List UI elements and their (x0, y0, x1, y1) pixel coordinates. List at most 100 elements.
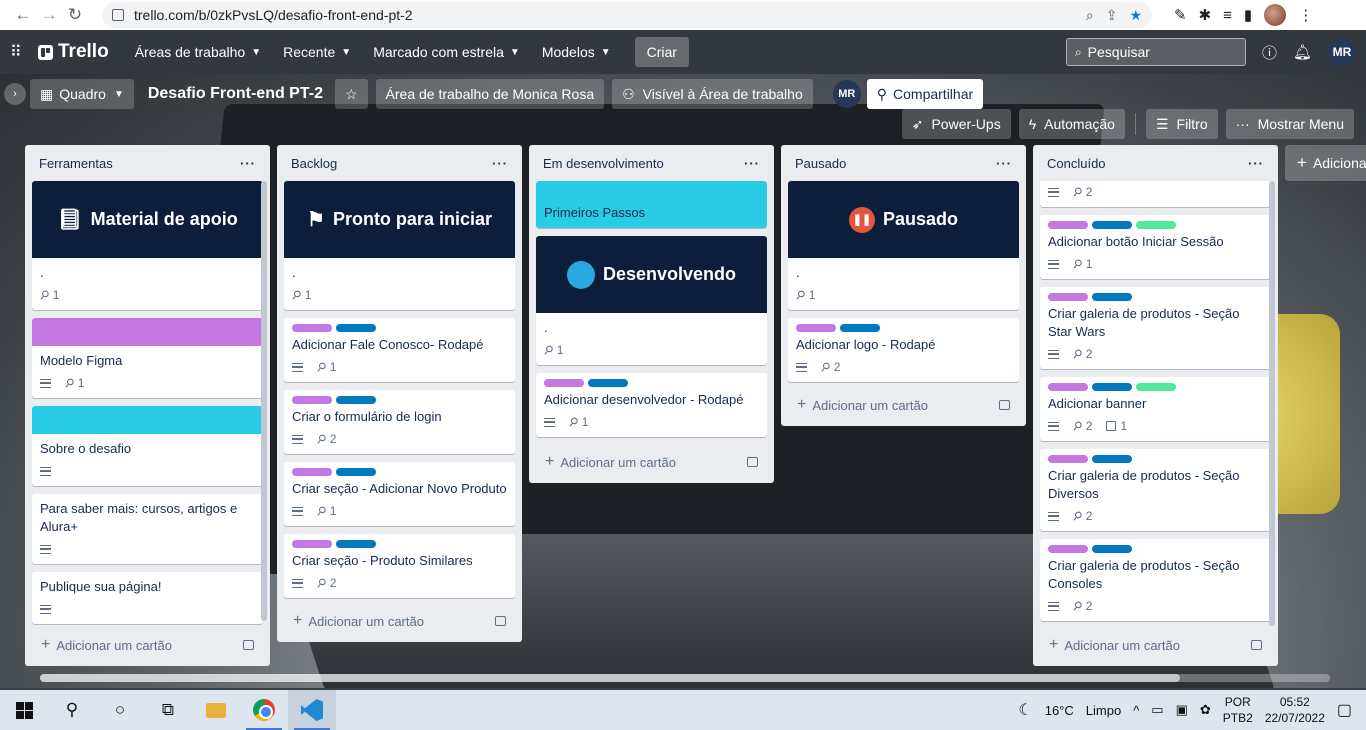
windows-start-icon[interactable] (0, 690, 48, 730)
file-explorer-icon[interactable] (192, 690, 240, 730)
card[interactable]: Adicionar Fale Conosco- Rodapé ⚲ 1 (284, 318, 515, 382)
board-view-switcher[interactable]: ▦ Quadro ▼ (30, 79, 134, 109)
media-queue-icon[interactable]: ≡ (1223, 7, 1232, 24)
add-card-button[interactable]: + Adicionar um cartão (781, 390, 1026, 420)
show-menu-button[interactable]: ··· Mostrar Menu (1225, 109, 1354, 139)
label-chip[interactable] (292, 540, 332, 548)
workspace-button[interactable]: Área de trabalho de Monica Rosa (375, 79, 605, 109)
card[interactable]: Adicionar desenvolvedor - Rodapé ⚲ 1 (536, 373, 767, 437)
list-scrollbar[interactable] (261, 181, 267, 621)
card[interactable]: Adicionar botão Iniciar Sessão ⚲ 1 (1040, 215, 1271, 279)
forward-icon[interactable]: → (36, 2, 62, 28)
list-header[interactable]: Pausado ··· (781, 145, 1026, 181)
board-title[interactable]: Desafio Front-end PT-2 (148, 85, 323, 103)
menu-starred[interactable]: Marcado com estrela ▼ (363, 37, 530, 67)
card[interactable]: Criar galeria de produtos - Seção Star W… (1040, 287, 1271, 369)
card[interactable]: Adicionar logo - Rodapé ⚲ 2 (788, 318, 1019, 382)
add-card-button[interactable]: + Adicionar um cartão (529, 447, 774, 477)
task-view-icon[interactable]: ⧉ (144, 690, 192, 730)
list-scrollbar[interactable] (1269, 181, 1275, 626)
menu-recent[interactable]: Recente ▼ (273, 37, 361, 67)
card[interactable]: Criar seção - Produto Similares ⚲ 2 (284, 534, 515, 598)
card-template-icon[interactable] (747, 457, 758, 467)
visibility-button[interactable]: ⚇ Visível à Área de trabalho (612, 79, 813, 109)
language-indicator[interactable]: POR PTB2 (1223, 694, 1253, 726)
side-panel-icon[interactable]: ▮ (1244, 6, 1252, 24)
search-input[interactable]: ⌕ Pesquisar (1065, 38, 1246, 66)
label-chip[interactable] (840, 324, 880, 332)
add-card-button[interactable]: + Adicionar um cartão (277, 606, 522, 636)
label-chip[interactable] (336, 396, 376, 404)
list-title[interactable]: Pausado (795, 156, 846, 171)
list-title[interactable]: Concluído (1047, 156, 1106, 171)
label-chip[interactable] (292, 468, 332, 476)
card[interactable]: Para saber mais: cursos, artigos e Alura… (32, 494, 263, 564)
app-tray-icon[interactable]: ✿ (1200, 702, 1211, 718)
label-chip[interactable] (292, 396, 332, 404)
chevron-up-icon[interactable]: ^ (1133, 703, 1139, 718)
weather-temp[interactable]: 16°C (1045, 703, 1074, 718)
chrome-app-icon[interactable] (240, 690, 288, 730)
list-title[interactable]: Backlog (291, 156, 337, 171)
list-title[interactable]: Em desenvolvimento (543, 156, 664, 171)
add-card-button[interactable]: + Adicionar um cartão (25, 630, 270, 660)
add-list-button[interactable]: + Adicionar (1285, 145, 1366, 181)
card-template-icon[interactable] (1251, 640, 1262, 650)
board-member-avatar[interactable]: MR (832, 80, 861, 108)
label-chip[interactable] (1136, 383, 1176, 391)
list-menu-icon[interactable]: ··· (744, 156, 760, 171)
filter-button[interactable]: ☰ Filtro (1145, 109, 1218, 139)
powerups-button[interactable]: ➶ Power-Ups (901, 109, 1011, 139)
kebab-menu-icon[interactable]: ⋮ (1298, 6, 1313, 24)
bookmark-star-icon[interactable]: ★ (1129, 7, 1142, 24)
info-icon[interactable]: ⓘ (1262, 42, 1277, 63)
label-chip[interactable] (1048, 545, 1088, 553)
card[interactable]: Sobre o desafio (32, 406, 263, 486)
add-card-button[interactable]: + Adicionar um cartão (1033, 630, 1278, 660)
card[interactable]: 📘︎ Material de apoio. ⚲ 1 (32, 181, 263, 310)
menu-templates[interactable]: Modelos ▼ (532, 37, 621, 67)
list-menu-icon[interactable]: ··· (1248, 156, 1264, 171)
extensions-puzzle-icon[interactable]: ✱ (1199, 6, 1212, 24)
card[interactable]: Primeiros Passos (536, 181, 767, 228)
list-header[interactable]: Concluído ··· (1033, 145, 1278, 181)
share-button[interactable]: ⚲ Compartilhar (866, 79, 984, 109)
label-chip[interactable] (336, 324, 376, 332)
label-chip[interactable] (1092, 545, 1132, 553)
label-chip[interactable] (796, 324, 836, 332)
automation-button[interactable]: ϟ Automação (1018, 109, 1125, 139)
star-board-button[interactable]: ☆ (334, 79, 368, 109)
card[interactable]: Adicionar banner ⚲ 2 1 (1040, 377, 1271, 441)
card[interactable]: Desenvolvendo. ⚲ 1 (536, 236, 767, 365)
reload-icon[interactable]: ↻ (62, 2, 88, 28)
trello-logo[interactable]: Trello (38, 41, 109, 63)
weather-text[interactable]: Limpo (1086, 703, 1121, 718)
list-header[interactable]: Backlog ··· (277, 145, 522, 181)
address-bar[interactable]: trello.com/b/0zkPvsLQ/desafio-front-end-… (102, 2, 1152, 28)
card[interactable]: Criar galeria de produtos - Seção Consol… (1040, 539, 1271, 621)
card[interactable]: ⚑ Pronto para iniciar. ⚲ 1 (284, 181, 515, 310)
list-menu-icon[interactable]: ··· (240, 156, 256, 171)
list-menu-icon[interactable]: ··· (996, 156, 1012, 171)
card[interactable]: ❚❚ Pausado. ⚲ 1 (788, 181, 1019, 310)
create-button[interactable]: Criar (634, 37, 689, 67)
cortana-icon[interactable]: ○ (96, 690, 144, 730)
label-chip[interactable] (1048, 455, 1088, 463)
pen-extension-icon[interactable]: ✎ (1174, 6, 1187, 24)
notification-center-icon[interactable]: ▢ (1337, 700, 1352, 720)
label-chip[interactable] (1048, 383, 1088, 391)
back-icon[interactable]: ← (10, 2, 36, 28)
profile-avatar[interactable] (1264, 4, 1287, 26)
label-chip[interactable] (1092, 455, 1132, 463)
member-avatar[interactable]: MR (1328, 38, 1356, 66)
list-header[interactable]: Ferramentas ··· (25, 145, 270, 181)
scrollbar-thumb[interactable] (40, 674, 1180, 682)
share-icon[interactable]: ⇪ (1106, 7, 1118, 24)
menu-workspaces[interactable]: Áreas de trabalho ▼ (125, 37, 271, 67)
card[interactable]: Modelo Figma ⚲ 1 (32, 318, 263, 398)
card-template-icon[interactable] (243, 640, 254, 650)
label-chip[interactable] (1092, 221, 1132, 229)
app-switcher-icon[interactable]: ⠿ (10, 42, 30, 62)
label-chip[interactable] (336, 540, 376, 548)
clock[interactable]: 05:52 22/07/2022 (1265, 694, 1325, 726)
